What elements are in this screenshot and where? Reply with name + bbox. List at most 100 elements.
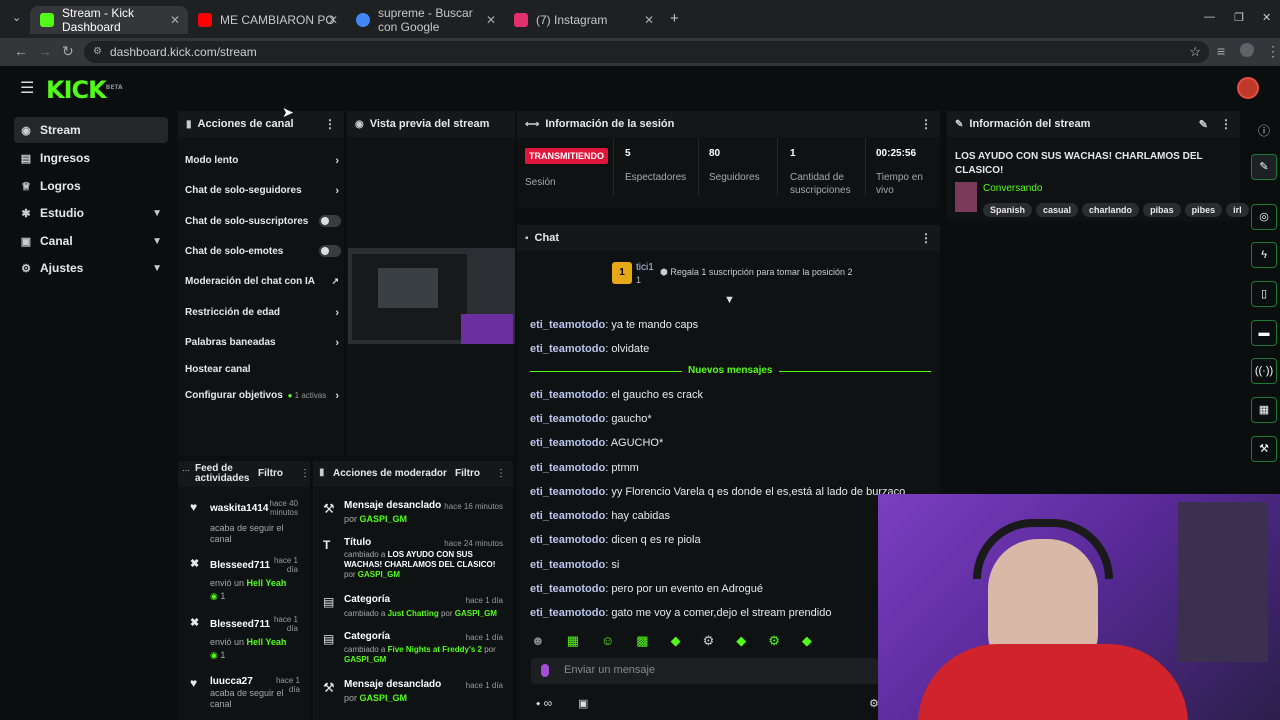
- emote-icon[interactable]: ▩: [636, 633, 648, 648]
- lightning-icon[interactable]: ϟ: [1251, 242, 1277, 268]
- browser-menu-icon[interactable]: ⋮: [1266, 43, 1280, 60]
- browser-tab-kick[interactable]: Stream - Kick Dashboard ✕: [30, 6, 188, 34]
- close-tab-icon[interactable]: ✕: [644, 13, 654, 27]
- stream-category[interactable]: Conversando: [983, 183, 1042, 194]
- action-age-restriction[interactable]: Restricción de edad ›: [185, 307, 339, 319]
- kebab-menu-icon[interactable]: ⋮: [324, 117, 336, 131]
- chat-text: hay cabidas: [611, 510, 671, 522]
- close-window-icon[interactable]: ✕: [1262, 11, 1271, 24]
- sidebar-item-stream[interactable]: ◉ Stream: [14, 117, 168, 143]
- close-tab-icon[interactable]: ✕: [170, 13, 180, 27]
- action-slow-mode[interactable]: Modo lento ›: [185, 155, 339, 167]
- browser-tab-youtube[interactable]: ME CAMBIARON POR EL DINER ✕: [188, 6, 346, 34]
- chat-username[interactable]: eti_teamotodo: [530, 510, 605, 522]
- emote-icon[interactable]: ◆: [736, 633, 746, 648]
- kebab-menu-icon[interactable]: ⋮: [1220, 117, 1232, 131]
- new-tab-button[interactable]: +: [670, 10, 679, 27]
- edit-pencil-icon[interactable]: ✎: [1199, 118, 1208, 131]
- emote-icon[interactable]: ☻: [531, 633, 545, 648]
- chat-username[interactable]: eti_teamotodo: [530, 413, 605, 425]
- kick-logo[interactable]: KICKBETA: [46, 76, 123, 104]
- profile-avatar-icon[interactable]: [1240, 43, 1254, 57]
- feed-user[interactable]: Blesseed711: [210, 560, 270, 571]
- emote-icon[interactable]: ◆: [802, 633, 812, 648]
- chat-username[interactable]: eti_teamotodo: [530, 343, 605, 355]
- feed-user[interactable]: luucca27: [210, 676, 253, 687]
- broadcast-rail-icon[interactable]: ((·)): [1251, 358, 1277, 384]
- close-tab-icon[interactable]: ✕: [486, 13, 496, 27]
- kebab-menu-icon[interactable]: ⋮: [920, 231, 932, 245]
- chat-username[interactable]: eti_teamotodo: [530, 389, 605, 401]
- feed-user[interactable]: waskita1414: [210, 503, 268, 514]
- action-ai-moderation[interactable]: Moderación del chat con IA ↗: [185, 276, 339, 287]
- bookmark-star-icon[interactable]: ☆: [1189, 41, 1201, 63]
- tools-icon[interactable]: ⚒: [1251, 436, 1277, 462]
- feed-user[interactable]: Blesseed711: [210, 619, 270, 630]
- action-goals[interactable]: Configurar objetivos ● 1 activas ›: [185, 390, 339, 402]
- sidebar-item-canal[interactable]: ▣ Canal ▼: [14, 228, 168, 254]
- edit-icon[interactable]: ✎: [1251, 154, 1277, 180]
- browser-tab-instagram[interactable]: (7) Instagram ✕: [504, 6, 662, 34]
- action-host-channel[interactable]: Hostear canal: [185, 364, 339, 375]
- filter-button[interactable]: Filtro: [455, 468, 480, 479]
- new-messages-label: Nuevos mensajes: [682, 365, 779, 376]
- media-control-icon[interactable]: ≡: [1217, 43, 1225, 59]
- emote-icon[interactable]: ⚙: [703, 633, 715, 648]
- gift-prompt[interactable]: ⬢ Regala 1 suscripción para tomar la pos…: [660, 267, 852, 278]
- gift-box-icon[interactable]: ▣: [578, 697, 588, 710]
- filter-button[interactable]: Filtro: [258, 468, 283, 479]
- layout-icon[interactable]: ▦: [1251, 397, 1277, 423]
- forward-icon[interactable]: →: [38, 43, 52, 59]
- kebab-menu-icon[interactable]: ⋮: [496, 468, 506, 479]
- hamburger-menu-icon[interactable]: ☰: [20, 78, 34, 98]
- chat-username[interactable]: eti_teamotodo: [530, 559, 605, 571]
- sidebar-item-logros[interactable]: ♕ Logros: [14, 173, 168, 199]
- chat-username[interactable]: eti_teamotodo: [530, 534, 605, 546]
- chat-bubble-icon[interactable]: ▬: [1251, 320, 1277, 346]
- site-info-icon[interactable]: ⚙: [93, 41, 102, 63]
- kebab-menu-icon[interactable]: ⋮: [300, 468, 310, 479]
- restore-icon[interactable]: ❐: [1234, 11, 1244, 24]
- user-avatar[interactable]: [1237, 77, 1259, 99]
- stream-preview-video[interactable]: [348, 248, 515, 344]
- emote-icon[interactable]: ◆: [671, 633, 681, 648]
- tab-title: ME CAMBIARON POR EL DINER: [220, 13, 335, 27]
- chat-username[interactable]: eti_teamotodo: [530, 486, 605, 498]
- emote-icon[interactable]: ▦: [567, 633, 579, 648]
- reload-icon[interactable]: ↻: [62, 43, 74, 60]
- back-icon[interactable]: ←: [14, 43, 28, 59]
- chat-username[interactable]: eti_teamotodo: [530, 437, 605, 449]
- chat-input[interactable]: Enviar un mensaje: [531, 658, 879, 684]
- action-banned-words[interactable]: Palabras baneadas ›: [185, 337, 339, 349]
- document-icon[interactable]: ▯: [1251, 281, 1277, 307]
- feed-time: hace 1 día: [273, 556, 298, 574]
- chat-username[interactable]: eti_teamotodo: [530, 462, 605, 474]
- drag-handle-icon[interactable]: ⋯: [182, 466, 190, 475]
- leaderboard-user[interactable]: tici1: [636, 262, 654, 273]
- tag: irl: [1226, 203, 1249, 217]
- emote-icon[interactable]: ☺: [601, 633, 614, 648]
- subscribers-only-toggle[interactable]: [319, 215, 341, 227]
- sidebar-item-ajustes[interactable]: ⚙ Ajustes ▼: [14, 255, 168, 281]
- emotes-only-toggle[interactable]: [319, 245, 341, 257]
- sidebar-item-estudio[interactable]: ✱ Estudio ▼: [14, 200, 168, 226]
- action-followers-only[interactable]: Chat de solo-seguidores ›: [185, 185, 339, 197]
- close-tab-icon[interactable]: ✕: [328, 13, 338, 27]
- address-bar[interactable]: ⚙ dashboard.kick.com/stream ☆: [84, 41, 1209, 63]
- google-favicon-icon: [356, 13, 370, 27]
- hammer-icon: ⚒: [323, 501, 335, 516]
- chat-username[interactable]: eti_teamotodo: [530, 607, 605, 619]
- collapse-icon[interactable]: ▼: [724, 294, 735, 306]
- minimize-icon[interactable]: —: [1204, 11, 1215, 23]
- mic-icon[interactable]: [541, 664, 549, 677]
- loyalty-points[interactable]: ⬩ ∞: [536, 696, 552, 711]
- sidebar-item-ingresos[interactable]: ▤ Ingresos: [14, 145, 168, 171]
- chat-username[interactable]: eti_teamotodo: [530, 319, 605, 331]
- kebab-menu-icon[interactable]: ⋮: [920, 117, 932, 131]
- chat-username[interactable]: eti_teamotodo: [530, 583, 605, 595]
- camera-icon[interactable]: ◎: [1251, 204, 1277, 230]
- browser-tab-google[interactable]: supreme - Buscar con Google ✕: [346, 6, 504, 34]
- emote-icon[interactable]: ⚙: [768, 633, 780, 648]
- tab-search-icon[interactable]: ⌄: [12, 11, 21, 24]
- info-icon[interactable]: ⓘ: [1258, 122, 1270, 139]
